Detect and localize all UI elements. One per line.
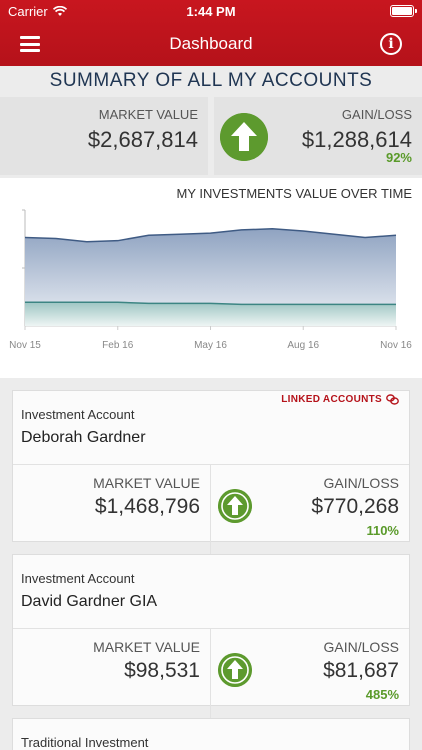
status-bar: Carrier 1:44 PM [0, 0, 422, 24]
gain-loss-label: GAIN/LOSS [341, 107, 412, 122]
summary-title: SUMMARY OF ALL MY ACCOUNTS [49, 70, 373, 91]
chart-series [24, 228, 397, 326]
link-icon [386, 394, 399, 405]
page-title: Dashboard [169, 34, 253, 53]
chart-x-tick-label: Aug 16 [287, 340, 319, 351]
gain-loss-label: GAIN/LOSS [323, 475, 399, 491]
market-value: $2,687,814 [87, 127, 198, 152]
account-market-value: MARKET VALUE $98,531 [13, 629, 211, 719]
app-header: Carrier 1:44 PM Dashboard i [0, 0, 422, 66]
account-type: Investment Account [21, 407, 135, 422]
area-chart: Nov 15 Feb 16 May 16 Aug 16 Nov 16 [9, 209, 412, 351]
arrow-up-circle-icon [218, 489, 252, 523]
account-card-header: LINKED ACCOUNTS Investment Account Debor… [13, 391, 409, 465]
chart-x-ticks: Nov 15 Feb 16 May 16 Aug 16 Nov 16 [9, 326, 412, 351]
account-card[interactable]: Traditional Investment [12, 718, 410, 750]
account-name: Deborah Gardner [21, 429, 146, 446]
investments-chart: MY INVESTMENTS VALUE OVER TIME Nov 15 Feb… [0, 178, 422, 378]
chart-x-tick-label: Feb 16 [102, 340, 134, 351]
account-name: David Gardner GIA [21, 593, 158, 610]
market-value: $98,531 [124, 659, 200, 682]
linked-accounts-link[interactable]: LINKED ACCOUNTS [281, 394, 399, 405]
market-value: $1,468,796 [94, 495, 200, 518]
chart-x-tick-label: Nov 16 [380, 340, 412, 351]
market-value-label: MARKET VALUE [93, 639, 200, 655]
chart-x-tick-label: Nov 15 [9, 340, 41, 351]
summary-market-value: MARKET VALUE $2,687,814 [0, 97, 208, 175]
chart-series-area [25, 302, 396, 326]
arrow-up-circle-icon [220, 113, 268, 161]
account-card[interactable]: LINKED ACCOUNTS Investment Account Debor… [12, 390, 410, 555]
info-icon[interactable]: i [380, 33, 402, 55]
chart-x-tick-label: May 16 [194, 340, 227, 351]
clock: 1:44 PM [186, 4, 236, 19]
nav-bar: Dashboard i [0, 24, 422, 66]
battery-icon [390, 5, 417, 17]
arrow-up-circle-icon [218, 653, 252, 687]
market-value-label: MARKET VALUE [93, 475, 200, 491]
gain-loss-label: GAIN/LOSS [323, 639, 399, 655]
gain-loss-value: $81,687 [323, 659, 399, 682]
market-value-label: MARKET VALUE [98, 107, 198, 122]
account-card[interactable]: Investment Account David Gardner GIA MAR… [12, 554, 410, 719]
gain-loss-value: $770,268 [311, 495, 399, 518]
account-type: Traditional Investment [21, 735, 149, 750]
account-type: Investment Account [21, 571, 135, 586]
gain-loss-percent: 485% [365, 687, 399, 702]
account-market-value: MARKET VALUE $1,468,796 [13, 465, 211, 555]
account-card-header: Investment Account David Gardner GIA [13, 555, 409, 629]
linked-accounts-label: LINKED ACCOUNTS [281, 394, 382, 405]
gain-loss-percent: 110% [366, 523, 399, 538]
gain-loss-percent: 92% [385, 150, 412, 165]
